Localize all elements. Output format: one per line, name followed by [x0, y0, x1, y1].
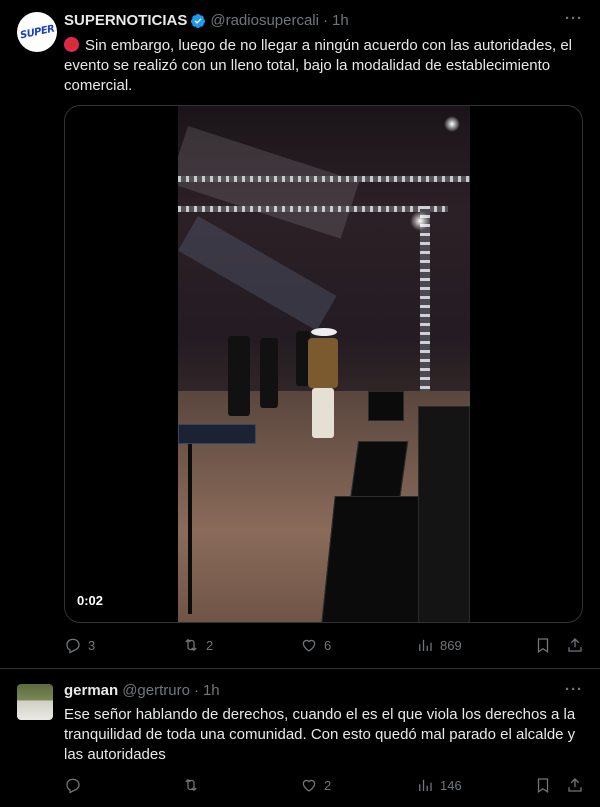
stage-monitor-speaker	[368, 391, 404, 421]
tweet-header: german @gertruro · 1h	[64, 682, 220, 699]
separator-dot: ·	[322, 12, 328, 29]
repost-icon	[185, 638, 197, 652]
stage-monitor-speaker	[349, 441, 409, 501]
video-duration: 0:02	[77, 593, 104, 608]
repost-button[interactable]	[182, 776, 206, 794]
bookmark-button[interactable]	[534, 636, 552, 654]
avatar[interactable]	[17, 684, 53, 720]
tweet-actions: 2 146	[64, 776, 584, 796]
tweet-text: Sin embargo, luego de no llegar a ningún…	[64, 37, 573, 94]
more-options-icon[interactable]: ···	[565, 681, 583, 698]
reply-button[interactable]: 3	[64, 636, 95, 654]
verified-badge-icon	[191, 13, 206, 28]
avatar[interactable]: SUPER	[17, 12, 57, 52]
reply-count: 3	[88, 637, 96, 653]
share-button[interactable]	[566, 636, 584, 654]
like-count: 6	[324, 637, 332, 653]
bookmark-icon	[537, 638, 549, 653]
share-icon	[568, 778, 582, 792]
video-player[interactable]: 0:02	[64, 105, 583, 623]
tweet-actions: 3 2 6 869	[64, 636, 584, 656]
repost-count: 2	[206, 637, 214, 653]
band-member	[260, 338, 278, 408]
timestamp[interactable]: 1h	[203, 682, 220, 699]
singer-pants	[312, 388, 334, 438]
like-count: 2	[324, 777, 332, 793]
bookmark-button[interactable]	[534, 776, 552, 794]
like-button[interactable]: 2	[300, 776, 331, 794]
reply-icon	[66, 638, 80, 654]
stage-light	[410, 211, 430, 231]
supernoticias-logo: SUPER	[18, 23, 56, 41]
author-handle[interactable]: @radiosupercali	[210, 12, 319, 29]
light-beam	[178, 216, 337, 331]
view-count: 146	[440, 777, 462, 793]
video-frame	[178, 106, 470, 622]
share-button[interactable]	[566, 776, 584, 794]
views-chart-icon	[419, 779, 432, 791]
view-count: 869	[440, 637, 462, 653]
tweet-divider	[0, 668, 600, 669]
views-button[interactable]: 146	[416, 776, 462, 794]
keyboard	[178, 424, 256, 444]
author-name[interactable]: german	[64, 682, 118, 699]
stop-sign-emoji-icon	[64, 37, 79, 52]
reply-icon	[66, 778, 80, 794]
tweet[interactable]: SUPER SUPERNOTICIAS @radiosupercali · 1h…	[0, 0, 600, 668]
views-chart-icon	[419, 639, 432, 651]
reply-button[interactable]	[64, 776, 88, 794]
separator-dot: ·	[193, 682, 199, 699]
repost-button[interactable]: 2	[182, 636, 213, 654]
cowboy-hat	[311, 328, 337, 336]
stage-truss	[178, 176, 470, 182]
author-handle[interactable]: @gertruro	[122, 682, 190, 699]
timestamp[interactable]: 1h	[332, 12, 349, 29]
tweet-header: SUPERNOTICIAS @radiosupercali · 1h	[64, 12, 349, 29]
more-options-icon[interactable]: ···	[565, 10, 583, 27]
tweet-text: Ese señor hablando de derechos, cuando e…	[64, 706, 576, 763]
like-button[interactable]: 6	[300, 636, 331, 654]
views-button[interactable]: 869	[416, 636, 462, 654]
band-member	[228, 336, 250, 416]
repost-icon	[185, 778, 197, 792]
share-icon	[568, 638, 582, 652]
tweet-text-container: Sin embargo, luego de no llegar a ningún…	[64, 36, 584, 96]
keyboard-stand	[188, 444, 192, 614]
singer-jacket	[308, 338, 338, 388]
stage-equipment	[418, 406, 470, 622]
heart-icon	[302, 779, 316, 792]
bookmark-icon	[537, 778, 549, 793]
heart-icon	[302, 639, 316, 652]
author-name[interactable]: SUPERNOTICIAS	[64, 12, 187, 29]
stage-light	[444, 116, 460, 132]
stage-truss	[178, 206, 448, 212]
